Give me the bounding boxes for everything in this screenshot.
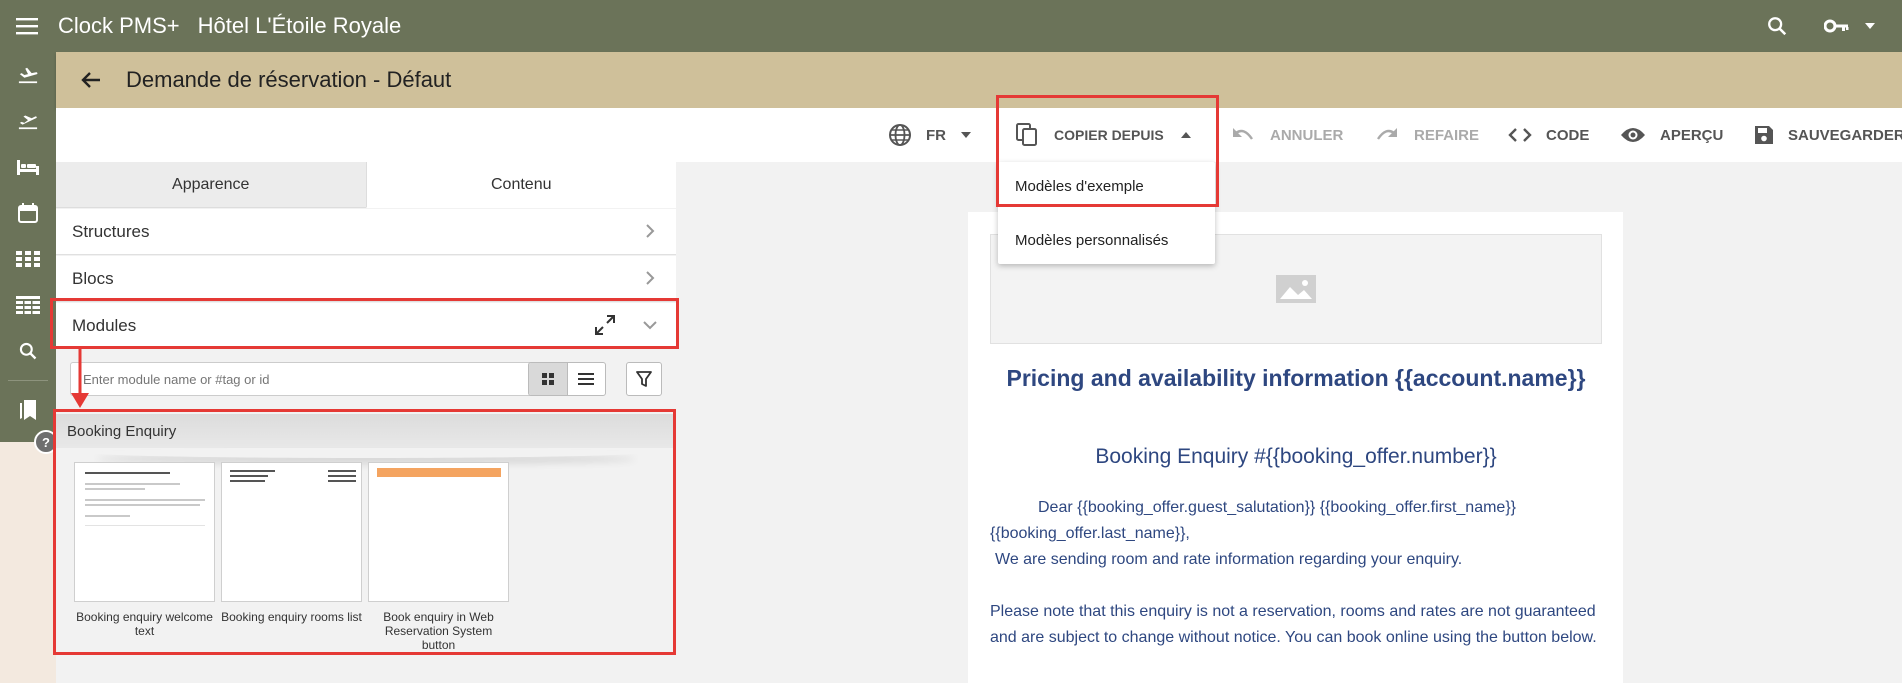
- filter-icon: [636, 371, 652, 387]
- highlight-copy-from: [996, 95, 1219, 207]
- search-icon: [19, 342, 37, 360]
- page-header: Demande de réservation - Défaut: [56, 52, 1902, 108]
- tab-appearance[interactable]: Apparence: [56, 162, 366, 208]
- highlight-booking-enquiry: [53, 409, 676, 655]
- panel-tabs: Apparence Contenu: [56, 162, 676, 208]
- preview-paragraph2: Please note that this enquiry is not a r…: [990, 603, 1597, 646]
- section-blocks[interactable]: Blocs: [56, 256, 676, 302]
- flight-land-icon: [18, 67, 38, 84]
- grid-view-icon: [541, 373, 554, 385]
- code-label: CODE: [1546, 126, 1590, 144]
- search-icon[interactable]: [1766, 15, 1788, 37]
- redo-icon: [1377, 128, 1397, 140]
- chevron-right-icon: [646, 271, 655, 285]
- redo-button[interactable]: REFAIRE: [1376, 108, 1479, 162]
- grid-nav[interactable]: [0, 236, 56, 282]
- hotel-name[interactable]: Hôtel L'Étoile Royale: [198, 13, 402, 39]
- email-preview: Pricing and availability information {{a…: [968, 212, 1623, 683]
- list-view-icon: [578, 373, 595, 385]
- undo-icon: [1233, 128, 1253, 140]
- rooms-nav[interactable]: [0, 144, 56, 190]
- bed-icon: [17, 160, 39, 175]
- table-nav[interactable]: [0, 282, 56, 328]
- table-icon: [16, 296, 40, 314]
- save-icon: [1755, 126, 1773, 144]
- preview-subheading: Booking Enquiry #{{booking_offer.number}…: [1095, 445, 1497, 468]
- caret-down-icon: [1865, 23, 1875, 29]
- globe-icon: [889, 124, 911, 146]
- list-view-button[interactable]: [568, 363, 606, 395]
- code-button[interactable]: CODE: [1508, 108, 1589, 162]
- eye-icon: [1621, 128, 1645, 142]
- module-search-box: [70, 362, 566, 396]
- module-search-input[interactable]: [71, 363, 565, 395]
- caret-down-icon: [961, 132, 971, 138]
- search-nav[interactable]: [0, 328, 56, 374]
- highlight-modules: [50, 298, 679, 349]
- tab-content[interactable]: Contenu: [365, 162, 676, 208]
- section-blocks-label: Blocs: [72, 268, 114, 288]
- grid-icon: [16, 251, 40, 267]
- annotation-arrow: [71, 347, 89, 408]
- code-icon: [1508, 128, 1532, 142]
- calendar-nav[interactable]: [0, 190, 56, 236]
- sidebar-divider: [8, 380, 48, 381]
- key-icon: [1824, 19, 1849, 33]
- calendar-icon: [18, 203, 38, 223]
- back-arrow-icon[interactable]: [56, 71, 126, 89]
- preview-line1: We are sending room and rate information…: [995, 551, 1463, 568]
- menu-item-custom-templates[interactable]: Modèles personnalisés: [998, 218, 1215, 262]
- arrivals-nav[interactable]: [0, 52, 56, 98]
- section-structures[interactable]: Structures: [56, 209, 676, 255]
- account-key-menu[interactable]: [1824, 18, 1876, 34]
- preview-greeting: Dear {{booking_offer.guest_salutation}} …: [990, 499, 1517, 542]
- language-label: FR: [926, 126, 946, 144]
- undo-button[interactable]: ANNULER: [1232, 108, 1343, 162]
- preview-button[interactable]: APERÇU: [1620, 108, 1723, 162]
- section-structures-label: Structures: [72, 221, 150, 241]
- preview-heading: Pricing and availability information {{a…: [1006, 365, 1586, 391]
- filter-button[interactable]: [626, 362, 662, 396]
- departures-nav[interactable]: [0, 98, 56, 144]
- bookmarks-nav[interactable]: [0, 387, 56, 433]
- top-app-bar: Clock PMS+ Hôtel L'Étoile Royale: [0, 0, 1902, 52]
- view-toggle: [528, 362, 606, 396]
- redo-label: REFAIRE: [1414, 126, 1480, 144]
- editor-toolbar: FR COPIER DEPUIS ANNULER REFAIRE CODE AP…: [56, 108, 1902, 162]
- undo-label: ANNULER: [1270, 126, 1344, 144]
- save-button[interactable]: SAUVEGARDER: [1754, 108, 1902, 162]
- menu-icon[interactable]: [0, 0, 54, 52]
- save-label: SAUVEGARDER: [1788, 126, 1902, 144]
- language-select[interactable]: FR: [888, 108, 972, 162]
- left-sidebar: [0, 52, 56, 442]
- app-title: Clock PMS+: [58, 13, 180, 38]
- chevron-right-icon: [646, 224, 655, 238]
- page-title: Demande de réservation - Défaut: [126, 67, 452, 92]
- preview-label: APERÇU: [1660, 126, 1724, 144]
- preview-body: Dear {{booking_offer.guest_salutation}} …: [990, 495, 1602, 651]
- flight-takeoff-icon: [18, 115, 38, 130]
- grid-view-button[interactable]: [529, 363, 568, 395]
- bookmarks-icon: [20, 400, 36, 420]
- image-icon: [1276, 275, 1316, 303]
